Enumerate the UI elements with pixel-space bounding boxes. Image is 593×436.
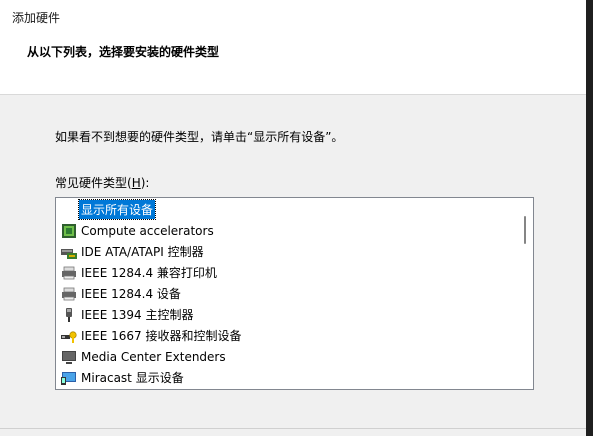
printer-icon bbox=[61, 286, 77, 302]
list-item-label: Compute accelerators bbox=[81, 223, 214, 238]
miracast-icon bbox=[61, 370, 77, 386]
wizard-body: 如果看不到想要的硬件类型，请单击“显示所有设备”。 常见硬件类型(H): 显示所… bbox=[0, 95, 586, 436]
background-edge bbox=[586, 0, 593, 436]
list-label-suffix: ): bbox=[140, 176, 150, 190]
list-item-label: IEEE 1284.4 设备 bbox=[81, 287, 181, 301]
page-heading: 从以下列表，选择要安装的硬件类型 bbox=[27, 45, 220, 59]
list-item-label: Miracast 显示设备 bbox=[81, 371, 184, 385]
firewire-icon bbox=[61, 307, 77, 323]
list-item-show-all-devices[interactable]: 显示所有设备 bbox=[61, 199, 157, 220]
hardware-type-list: 显示所有设备 Compute accelerators IDE ATA/ATAP… bbox=[56, 198, 518, 389]
list-item-ieee-1394-controller[interactable]: IEEE 1394 主控制器 bbox=[61, 304, 195, 325]
list-item-ieee-1284-device[interactable]: IEEE 1284.4 设备 bbox=[61, 283, 183, 304]
printer-icon bbox=[61, 265, 77, 281]
list-label-prefix: 常见硬件类型( bbox=[55, 176, 132, 190]
usb-key-icon bbox=[61, 328, 77, 344]
blank-icon bbox=[61, 202, 77, 218]
scrollbar-thumb[interactable] bbox=[524, 216, 526, 244]
add-hardware-window: 添加硬件 从以下列表，选择要安装的硬件类型 如果看不到想要的硬件类型，请单击“显… bbox=[0, 0, 586, 436]
monitor-icon bbox=[61, 349, 77, 365]
list-item-ieee-1667[interactable]: IEEE 1667 接收器和控制设备 bbox=[61, 325, 243, 346]
list-item-miracast[interactable]: Miracast 显示设备 bbox=[61, 367, 186, 388]
chip-icon bbox=[61, 223, 77, 239]
hint-text: 如果看不到想要的硬件类型，请单击“显示所有设备”。 bbox=[55, 130, 344, 144]
hardware-list-label: 常见硬件类型(H): bbox=[55, 174, 149, 191]
list-item-compute-accelerators[interactable]: Compute accelerators bbox=[61, 220, 216, 241]
wizard-header: 添加硬件 从以下列表，选择要安装的硬件类型 bbox=[0, 0, 586, 95]
list-item-label: IEEE 1284.4 兼容打印机 bbox=[81, 266, 217, 280]
list-item-label: IEEE 1394 主控制器 bbox=[81, 308, 194, 322]
list-item-label: 显示所有设备 bbox=[77, 199, 157, 220]
footer-divider bbox=[0, 428, 586, 429]
list-item-label: IEEE 1667 接收器和控制设备 bbox=[81, 329, 242, 343]
list-item-ieee-1284-printer[interactable]: IEEE 1284.4 兼容打印机 bbox=[61, 262, 219, 283]
list-scrollbar[interactable] bbox=[517, 198, 533, 389]
hardware-type-listbox[interactable]: 显示所有设备 Compute accelerators IDE ATA/ATAP… bbox=[55, 197, 534, 390]
list-item-ide-ata-atapi[interactable]: IDE ATA/ATAPI 控制器 bbox=[61, 241, 206, 262]
list-item-label: Media Center Extenders bbox=[81, 349, 226, 364]
list-item-label: IDE ATA/ATAPI 控制器 bbox=[81, 245, 204, 259]
window-title: 添加硬件 bbox=[12, 11, 61, 25]
ide-controller-icon bbox=[61, 244, 77, 260]
list-item-media-center-extenders[interactable]: Media Center Extenders bbox=[61, 346, 228, 367]
list-label-accelerator: H bbox=[131, 176, 141, 190]
